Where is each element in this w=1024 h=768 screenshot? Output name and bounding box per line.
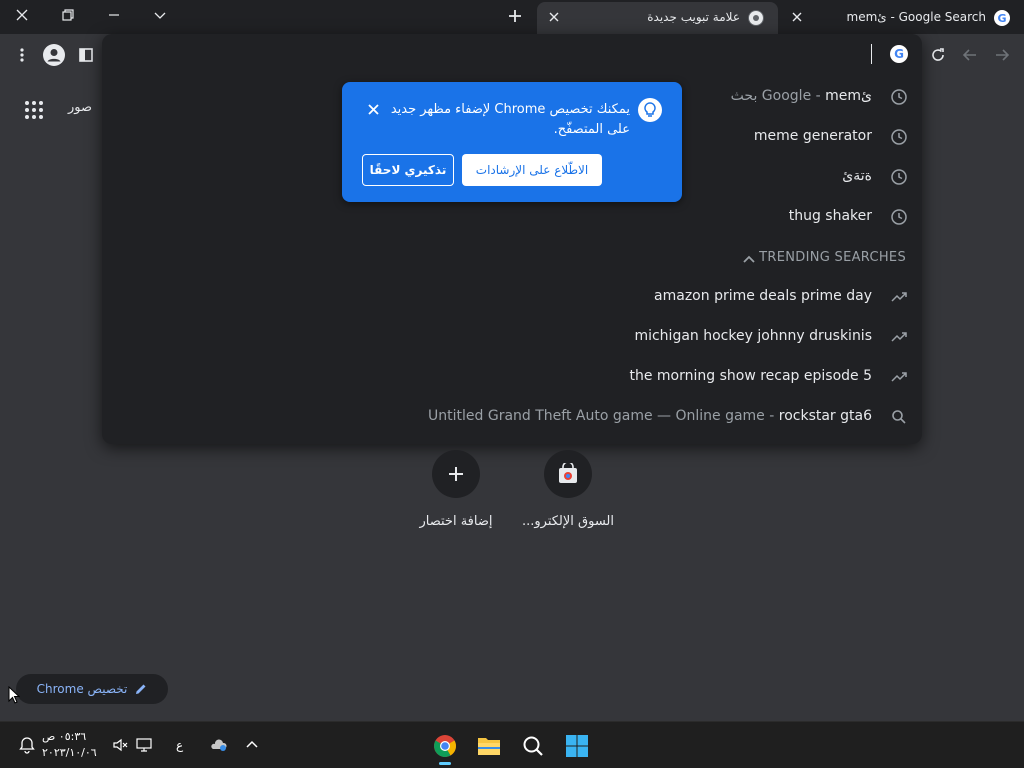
shortcut-tile[interactable]: السوق الإلكترو... — [512, 450, 624, 540]
add-shortcut-tile[interactable]: إضافة اختصار — [400, 450, 512, 540]
minimize-icon — [109, 14, 119, 16]
windows-logo-icon — [566, 735, 588, 757]
taskbar-start[interactable] — [559, 728, 595, 764]
tab-new-tab[interactable]: علامة تبويب جديدة — [537, 2, 778, 34]
trending-header[interactable]: TRENDING SEARCHES — [759, 250, 906, 265]
input-language-indicator[interactable]: ع — [176, 738, 183, 752]
reload-icon — [932, 48, 944, 61]
side-panel-button[interactable] — [74, 43, 98, 67]
trending-item[interactable]: amazon prime deals prime day — [102, 277, 922, 317]
taskbar: ٠٥:٣٦ ص ٢٠٢٣/١٠/٠٦ ع — [0, 721, 1024, 768]
onedrive-icon[interactable] — [210, 736, 228, 754]
suggestion-text: meme generator — [753, 128, 872, 144]
shortcut-label: السوق الإلكترو... — [521, 514, 615, 529]
customize-promo-bubble: يمكنك تخصيص Chrome لإضفاء مظهر جديد على … — [342, 82, 682, 202]
tab-title: memئ - Google Search — [846, 10, 987, 24]
tab-close-button[interactable] — [545, 8, 563, 26]
trending-icon — [891, 292, 907, 302]
chrome-icon — [434, 735, 456, 757]
restore-window-button[interactable] — [56, 4, 80, 26]
promo-close-button[interactable] — [364, 100, 382, 118]
chevron-up-icon[interactable] — [742, 252, 756, 266]
plus-icon — [432, 450, 480, 498]
history-icon — [891, 129, 907, 145]
search-icon — [892, 410, 906, 424]
webstore-icon — [544, 450, 592, 498]
suggestion-text: بحث Google - memئ — [730, 88, 872, 104]
trending-text: amazon prime deals prime day — [654, 288, 872, 304]
pencil-icon — [136, 684, 146, 694]
entity-suggestion[interactable]: Untitled Grand Theft Auto game — Online … — [102, 397, 922, 437]
menu-button[interactable] — [10, 43, 34, 67]
tab-strip: علامة تبويب جديدة G memئ - Google Search — [0, 0, 1024, 34]
trending-icon — [891, 332, 907, 342]
remind-later-button[interactable]: تذكيري لاحقًا — [362, 154, 454, 186]
history-icon — [891, 169, 907, 185]
images-link[interactable]: صور — [68, 100, 92, 115]
chrome-icon — [748, 10, 764, 26]
forward-button[interactable] — [990, 43, 1014, 67]
suggestion-item[interactable]: thug shaker — [102, 197, 922, 237]
suggestion-text: Untitled Grand Theft Auto game — Online … — [428, 408, 872, 424]
trending-item[interactable]: the morning show recap episode 5 — [102, 357, 922, 397]
promo-text: يمكنك تخصيص Chrome لإضفاء مظهر جديد على … — [390, 102, 630, 137]
history-icon — [891, 209, 907, 225]
plus-icon — [509, 10, 521, 22]
tab-close-button[interactable] — [788, 8, 806, 26]
volume-muted-icon[interactable] — [112, 736, 130, 754]
tab-search-button[interactable] — [148, 4, 172, 26]
taskbar-search[interactable] — [515, 728, 551, 764]
apps-grid-icon — [25, 101, 43, 119]
minimize-window-button[interactable] — [102, 4, 126, 26]
mouse-cursor-icon — [8, 686, 20, 704]
lightbulb-icon — [638, 98, 662, 122]
profile-button[interactable] — [42, 43, 66, 67]
trending-item[interactable]: michigan hockey johnny druskinis — [102, 317, 922, 357]
close-icon — [367, 103, 379, 115]
customize-label: تخصيص Chrome — [36, 682, 128, 696]
close-icon — [549, 12, 559, 22]
reload-button[interactable] — [926, 43, 950, 67]
side-panel-icon — [79, 48, 93, 62]
search-icon — [523, 736, 543, 756]
trending-text: the morning show recap episode 5 — [629, 368, 872, 384]
history-icon — [891, 89, 907, 105]
more-vert-icon — [20, 48, 24, 62]
see-guidance-button[interactable]: الاطّلاع على الإرشادات — [462, 154, 602, 186]
arrow-left-icon — [962, 49, 976, 61]
close-icon — [16, 9, 28, 21]
shortcut-label: إضافة اختصار — [419, 514, 493, 529]
close-icon — [792, 12, 802, 22]
customize-chrome-button[interactable]: تخصيص Chrome — [16, 674, 168, 704]
tab-google-search[interactable]: G memئ - Google Search — [780, 2, 1024, 34]
tab-title: علامة تبويب جديدة — [647, 10, 740, 24]
google-icon: G — [994, 10, 1010, 26]
chevron-down-icon — [154, 12, 166, 19]
back-button[interactable] — [958, 43, 982, 67]
avatar-icon — [43, 44, 65, 66]
clock-date[interactable]: ٢٠٢٣/١٠/٠٦ — [42, 746, 97, 759]
arrow-right-icon — [996, 49, 1010, 61]
restore-icon — [62, 9, 74, 21]
new-tab-button[interactable] — [504, 5, 526, 27]
taskbar-file-explorer[interactable] — [471, 728, 507, 764]
clock-time[interactable]: ٠٥:٣٦ ص — [42, 730, 86, 743]
trending-text: michigan hockey johnny druskinis — [634, 328, 872, 344]
suggestion-text: ةتةئ — [842, 168, 872, 184]
network-icon[interactable] — [135, 736, 153, 754]
taskbar-chrome[interactable] — [427, 728, 463, 765]
chevron-up-icon[interactable] — [243, 736, 261, 754]
apps-button[interactable] — [24, 100, 44, 120]
close-window-button[interactable] — [10, 4, 34, 26]
folder-icon — [478, 738, 500, 755]
google-icon: G — [890, 45, 908, 63]
trending-icon — [891, 372, 907, 382]
notification-bell-icon[interactable] — [18, 736, 36, 754]
suggestion-text: thug shaker — [788, 208, 872, 224]
omnibox-caret — [871, 44, 872, 64]
